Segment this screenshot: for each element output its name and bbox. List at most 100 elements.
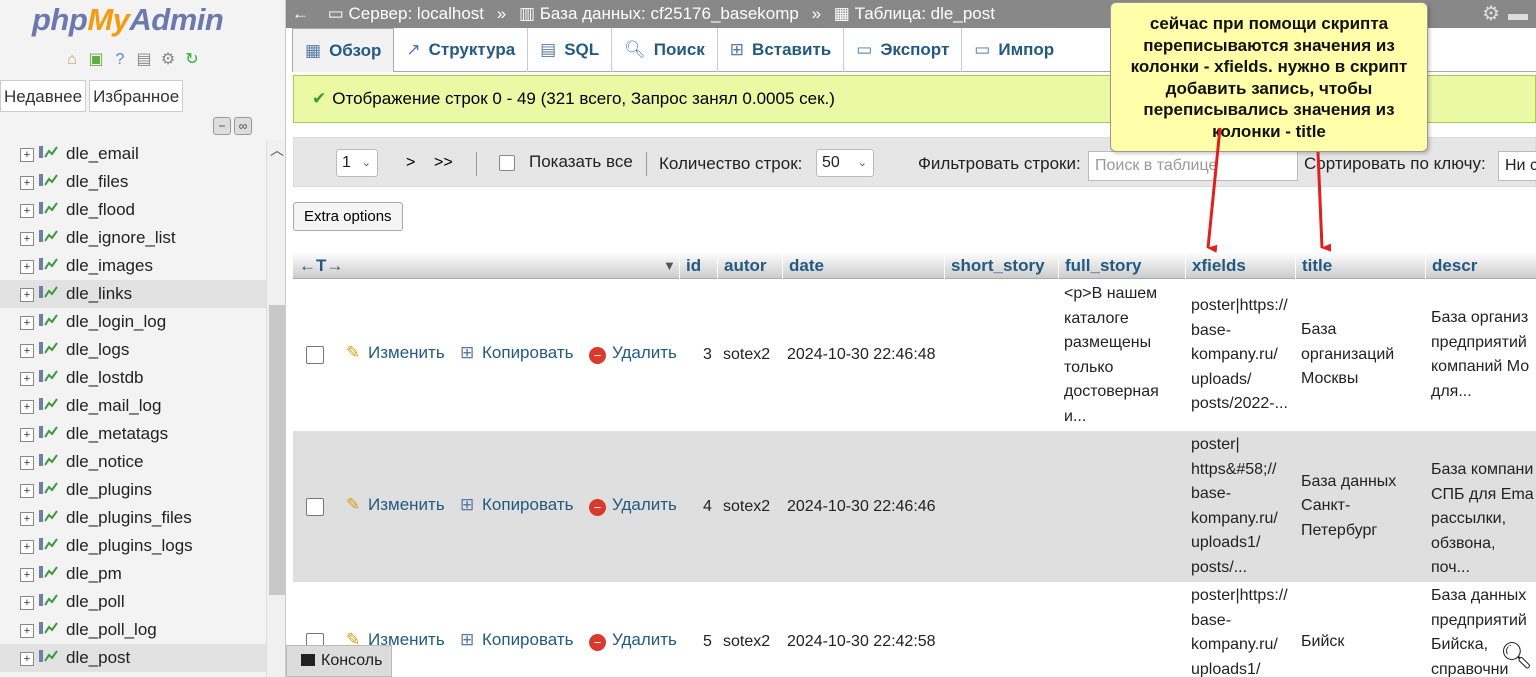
minimize-icon[interactable]: ▬ [1508,0,1528,28]
last-page-button[interactable]: >> [426,149,461,177]
phpmyadmin-logo[interactable]: phpMyAdmin [32,2,224,38]
tree-item[interactable]: + dle_plugins [0,476,266,504]
zoom-icon[interactable]: 🔍︎ [1500,640,1533,671]
tree-item-label[interactable]: dle_mail_log [66,396,161,415]
tree-item-label[interactable]: dle_post [66,648,130,667]
tree-item[interactable]: + dle_plugins_logs [0,532,266,560]
expand-icon[interactable]: + [20,539,34,554]
docs-icon[interactable]: ▤ [134,50,154,70]
scroll-up-icon[interactable]: ︿ [270,140,284,160]
copy-button[interactable]: ⊞ Копировать [460,630,574,650]
delete-button[interactable]: − Удалить [589,343,677,364]
expand-icon[interactable]: + [20,371,34,386]
tree-item-label[interactable]: dle_notice [66,452,144,471]
gear-icon[interactable]: ⚙ [158,50,178,70]
expand-icon[interactable]: + [20,623,34,638]
exit-icon[interactable]: ▣ [86,50,106,70]
tab-structure[interactable]: ↗ Структура [394,28,529,72]
reload-icon[interactable]: ↻ [182,50,202,70]
tree-item-label[interactable]: dle_lostdb [66,368,144,387]
copy-button[interactable]: ⊞ Копировать [460,343,574,363]
column-id[interactable]: id [679,252,701,279]
column-short-story[interactable]: short_story [944,252,1045,279]
column-full-story[interactable]: full_story [1058,252,1142,279]
edit-button[interactable]: ✎ Изменить [346,343,445,363]
console-button[interactable]: Консоль [286,645,392,677]
back-arrow-icon[interactable]: ← [292,0,309,28]
tree-item-label[interactable]: dle_flood [66,200,135,219]
extra-options-button[interactable]: Extra options [293,202,403,231]
edit-button[interactable]: ✎ Изменить [346,495,445,515]
expand-icon[interactable]: + [20,427,34,442]
breadcrumb-table[interactable]: Таблица: dle_post [855,4,995,23]
tree-item[interactable]: + dle_poll_log [0,616,266,644]
tree-item[interactable]: + dle_ignore_list [0,224,266,252]
row-checkbox[interactable] [306,346,324,364]
expand-icon[interactable]: + [20,567,34,582]
sort-select[interactable]: Ни с [1498,151,1536,181]
tab-search[interactable]: 🔍︎ Поиск [612,28,718,72]
show-all-checkbox[interactable] [499,155,515,171]
expand-icon[interactable]: + [20,399,34,414]
tree-item-label[interactable]: dle_plugins_logs [66,536,193,555]
expand-icon[interactable]: + [20,175,34,190]
link-icon[interactable]: ∞ [234,117,252,135]
next-page-button[interactable]: > [398,149,423,177]
tree-item-label[interactable]: dle_images [66,256,153,275]
expand-icon[interactable]: + [20,595,34,610]
column-date[interactable]: date [782,252,824,279]
tree-item[interactable]: + dle_post [0,644,266,672]
help-icon[interactable]: ? [110,50,130,70]
tab-browse[interactable]: ▦ Обзор [292,28,395,72]
expand-icon[interactable]: + [20,287,34,302]
tree-item[interactable]: + dle_files [0,168,266,196]
tree-item-label[interactable]: dle_plugins [66,480,152,499]
expand-icon[interactable]: + [20,315,34,330]
tab-import[interactable]: ▭ Импор [962,28,1066,72]
tree-item[interactable]: + dle_login_log [0,308,266,336]
column-descr[interactable]: descr [1425,252,1477,279]
expand-icon[interactable]: + [20,231,34,246]
breadcrumb-database[interactable]: База данных: cf25176_basekomp [540,4,799,23]
filter-input[interactable]: Поиск в таблице [1088,151,1298,181]
tree-item-label[interactable]: dle_metatags [66,424,168,443]
tree-item[interactable]: + dle_logs [0,336,266,364]
tree-item[interactable]: + dle_links [0,280,266,308]
expand-icon[interactable]: + [20,343,34,358]
collapse-all-icon[interactable]: − [213,117,231,135]
tree-item-label[interactable]: dle_email [66,144,139,163]
tree-item-label[interactable]: dle_pm [66,564,122,583]
expand-icon[interactable]: + [20,651,34,666]
rows-count-select[interactable]: 50 ⌄ [816,149,874,177]
tree-item-label[interactable]: dle_poll [66,592,125,611]
tree-item-label[interactable]: dle_login_log [66,312,166,331]
tree-item-label[interactable]: dle_files [66,172,128,191]
column-menu-icon[interactable]: ▼ [657,252,676,279]
tree-item[interactable]: + dle_plugins_files [0,504,266,532]
tree-item[interactable]: + dle_metatags [0,420,266,448]
column-arrows[interactable]: ←T→ [293,252,343,279]
expand-icon[interactable]: + [20,147,34,162]
breadcrumb-server[interactable]: Сервер: localhost [349,4,484,23]
tab-recent[interactable]: Недавнее [0,80,87,112]
tree-item[interactable]: + dle_poll [0,588,266,616]
scrollbar-thumb[interactable] [269,305,285,595]
tree-item[interactable]: + dle_pm [0,560,266,588]
page-select[interactable]: 1 ⌄ [336,149,378,177]
column-title[interactable]: title [1295,252,1332,279]
delete-button[interactable]: − Удалить [589,630,677,651]
expand-icon[interactable]: + [20,259,34,274]
settings-gear-icon[interactable]: ⚙ [1482,0,1500,28]
tab-sql[interactable]: ▤ SQL [528,28,613,72]
tab-favorites[interactable]: Избранное [89,80,184,112]
tree-item[interactable]: + dle_mail_log [0,392,266,420]
tree-item-label[interactable]: dle_logs [66,340,129,359]
home-icon[interactable]: ⌂ [62,50,82,70]
expand-icon[interactable]: + [20,483,34,498]
tree-item-label[interactable]: dle_plugins_files [66,508,192,527]
tree-scrollbar[interactable]: ︿ [266,140,285,677]
tab-insert[interactable]: ⊞ Вставить [718,28,845,72]
tree-item[interactable]: + dle_lostdb [0,364,266,392]
tab-export[interactable]: ▭ Экспорт [844,28,963,72]
delete-button[interactable]: − Удалить [589,495,677,516]
